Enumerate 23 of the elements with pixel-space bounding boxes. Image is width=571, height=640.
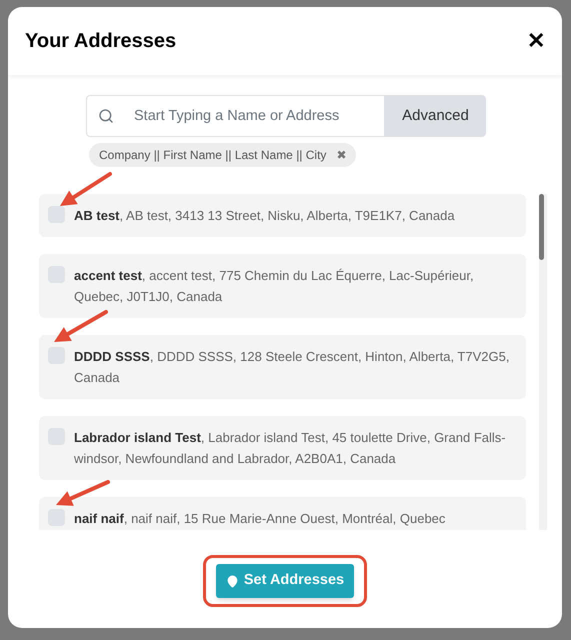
search-icon (98, 108, 114, 124)
annotation-arrow (60, 172, 112, 206)
address-item[interactable]: naif naif, naif naif, 15 Rue Marie-Anne Ouest, Montréal, Quebec (39, 497, 526, 530)
address-item[interactable]: accent test, accent test, 775 Chemin du Lac Équerre, Lac-Supérieur, Quebec, J0T1J0, Canada (39, 254, 526, 318)
dialog-title: Your Addresses (25, 29, 176, 54)
address-text: DDDD SSSS, DDDD SSSS, 128 Steele Crescent, Hinton, Alberta, T7V2G5, Canada (74, 348, 510, 387)
address-text: accent test, accent test, 775 Chemin du Lac Équerre, Lac-Supérieur, Quebec, J0T1J0, Canada (74, 267, 475, 306)
advanced-button[interactable]: Advanced (385, 95, 486, 137)
address-item[interactable]: Labrador island Test, Labrador island Test, 45 toulette Drive, Grand Falls-windsor, Newfoundland and Labrador, A2B0A1, Canada (39, 416, 526, 480)
address-item[interactable]: AB test, AB test, 3413 13 Street, Nisku, Alberta, T9E1K7, Canada (39, 194, 526, 237)
address-text: naif naif, naif naif, 15 Rue Marie-Anne Ouest, Montréal, Quebec (74, 510, 446, 528)
filter-tag-label: Company || First Name || Last Name || City (99, 147, 326, 164)
scrollbar-thumb[interactable] (539, 194, 544, 260)
close-button[interactable]: ✕ (527, 30, 545, 52)
address-text: Labrador island Test, Labrador island Test, 45 toulette Drive, Grand Falls-windsor, Newfoundland and Labrador, A2B0A1, Canada (74, 429, 507, 468)
map-pin-icon (226, 574, 239, 588)
annotation-arrow (54, 310, 108, 342)
remove-tag-button[interactable]: ✖ (336, 149, 346, 161)
checkbox[interactable] (48, 206, 65, 223)
annotation-arrow (56, 480, 110, 506)
address-text: AB test, AB test, 3413 13 Street, Nisku, Alberta, T9E1K7, Canada (74, 207, 456, 225)
address-item[interactable]: DDDD SSSS, DDDD SSSS, 128 Steele Crescent, Hinton, Alberta, T7V2G5, Canada (39, 335, 526, 399)
search-field[interactable]: Start Typing a Name or Address (86, 95, 385, 137)
